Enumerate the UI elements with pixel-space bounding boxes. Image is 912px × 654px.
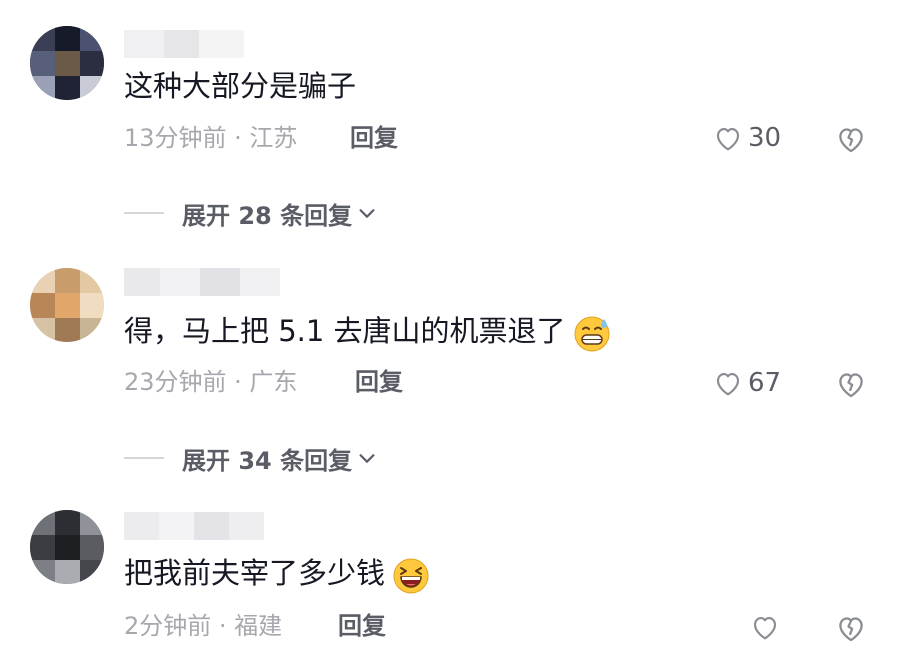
avatar[interactable] — [30, 268, 104, 342]
like-count: 67 — [748, 368, 782, 398]
divider-line — [124, 212, 164, 214]
comment-text: 得，马上把 5.1 去唐山的机票退了 — [124, 311, 612, 353]
expand-replies-label: 展开 34 条回复 — [182, 446, 353, 475]
expand-replies-label: 展开 28 条回复 — [182, 201, 353, 230]
heart-outline-icon — [716, 128, 740, 151]
like-button[interactable]: 30 — [712, 120, 781, 156]
comment-time-location: 2分钟前 · 福建 — [124, 612, 283, 640]
comment-text: 这种大部分是骗子 — [124, 69, 357, 103]
comment-text-content: 把我前夫宰了多少钱 — [124, 556, 386, 590]
like-button[interactable]: 67 — [712, 365, 781, 401]
username-blurred[interactable] — [124, 268, 280, 296]
like-count: 30 — [748, 123, 782, 153]
chevron-down-icon — [359, 454, 375, 463]
expand-replies-button[interactable]: 展开 34 条回复 — [124, 442, 378, 475]
divider-line — [124, 457, 164, 459]
username-blurred[interactable] — [124, 512, 264, 540]
heart-outline-icon — [753, 617, 777, 640]
heart-outline-icon — [716, 373, 740, 396]
comment-text-content: 得，马上把 5.1 去唐山的机票退了 — [124, 314, 566, 348]
grinning-sweat-emoji — [574, 316, 610, 352]
chevron-down-icon — [359, 209, 375, 218]
comment-time-location: 13分钟前 · 江苏 — [124, 124, 298, 152]
like-button[interactable] — [749, 609, 781, 645]
expand-replies-button[interactable]: 展开 28 条回复 — [124, 197, 378, 230]
avatar[interactable] — [30, 26, 104, 100]
reply-button[interactable]: 回复 — [355, 366, 403, 398]
broken-heart-icon[interactable] — [834, 367, 868, 401]
comment-text: 把我前夫宰了多少钱 — [124, 553, 431, 595]
reply-button[interactable]: 回复 — [350, 122, 398, 154]
laughing-emoji — [393, 558, 429, 594]
avatar[interactable] — [30, 510, 104, 584]
broken-heart-icon[interactable] — [834, 122, 868, 156]
reply-button[interactable]: 回复 — [338, 610, 386, 642]
username-blurred[interactable] — [124, 30, 244, 58]
comment-time-location: 23分钟前 · 广东 — [124, 368, 298, 396]
broken-heart-icon[interactable] — [834, 611, 868, 645]
